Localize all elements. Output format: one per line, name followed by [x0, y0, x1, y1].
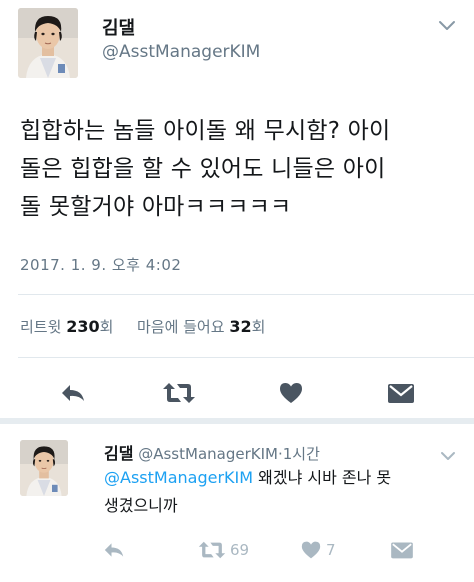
reply-text: @AsstManagerKIM 왜겠냐 시바 존나 못 생겼으니까 [104, 464, 464, 520]
reply-text-line: 생겼으니까 [104, 496, 178, 515]
reply-author-avatar[interactable] [20, 440, 68, 496]
message-icon [391, 542, 413, 559]
like-button[interactable] [274, 376, 308, 410]
tweet-text: 힙합하는 놈들 아이돌 왜 무시함? 아이 돌은 힙합을 할 수 있어도 니들은… [20, 112, 460, 226]
tweet-timestamp[interactable]: 2017. 1. 9. 오후 4:02 [20, 254, 181, 275]
reply-time[interactable]: 1시간 [283, 445, 320, 463]
reply-like-button[interactable]: 7 [300, 538, 336, 562]
heart-icon [280, 383, 302, 403]
author-handle[interactable]: @AsstManagerKIM [102, 42, 260, 62]
author-avatar[interactable] [18, 8, 78, 78]
author-name[interactable]: 김댈 [102, 14, 135, 40]
like-count: 7 [326, 541, 336, 559]
likes-suffix: 회 [251, 318, 266, 336]
reply-button[interactable] [56, 376, 90, 410]
heart-icon [301, 541, 321, 559]
retweet-button[interactable] [162, 376, 196, 410]
reply-author-handle[interactable]: @AsstManagerKIM [138, 445, 278, 463]
tweet-stats: 리트윗 230회 마음에 들어요 32회 [20, 316, 265, 337]
reply-tweet[interactable]: 김댈 @AsstManagerKIM·1시간 @AsstManagerKIM 왜… [0, 424, 474, 582]
reply-reply-button[interactable] [102, 538, 126, 562]
reply-text-rest: 왜겠냐 시바 존나 못 [253, 468, 392, 487]
tweet-actions [0, 376, 474, 410]
tweet-text-line: 돌 못할거야 아마ㅋㅋㅋㅋㅋ [20, 194, 292, 220]
divider [18, 294, 474, 295]
reply-header: 김댈 @AsstManagerKIM·1시간 [104, 440, 320, 464]
divider [18, 357, 474, 358]
main-tweet: 김댈 @AsstManagerKIM 힙합하는 놈들 아이돌 왜 무시함? 아이… [0, 0, 474, 418]
message-icon [388, 384, 414, 403]
likes-count[interactable]: 32 [229, 317, 251, 336]
retweet-icon [163, 383, 195, 403]
reply-message-button[interactable] [390, 538, 414, 562]
retweet-icon [198, 541, 226, 559]
chevron-down-icon[interactable] [440, 446, 456, 465]
tweet-text-line: 돌은 힙합을 할 수 있어도 니들은 아이 [20, 156, 386, 182]
reply-actions: 69 7 [0, 538, 474, 562]
chevron-down-icon[interactable] [438, 20, 458, 36]
mention-link[interactable]: @AsstManagerKIM [104, 468, 253, 487]
reply-icon [104, 543, 124, 557]
reply-text-line: @AsstManagerKIM 왜겠냐 시바 존나 못 [104, 464, 464, 492]
profile-photo-icon [20, 440, 68, 496]
retweets-label: 리트윗 [20, 318, 62, 336]
message-button[interactable] [384, 376, 418, 410]
retweet-count: 69 [230, 541, 250, 559]
retweets-suffix: 회 [99, 318, 114, 336]
reply-icon [62, 385, 84, 401]
reply-retweet-button[interactable]: 69 [198, 538, 249, 562]
profile-photo-icon [18, 8, 78, 78]
reply-author-name[interactable]: 김댈 [104, 444, 133, 463]
retweets-count[interactable]: 230 [66, 317, 99, 336]
likes-label: 마음에 들어요 [136, 318, 225, 336]
tweet-text-line: 힙합하는 놈들 아이돌 왜 무시함? 아이 [20, 118, 391, 144]
